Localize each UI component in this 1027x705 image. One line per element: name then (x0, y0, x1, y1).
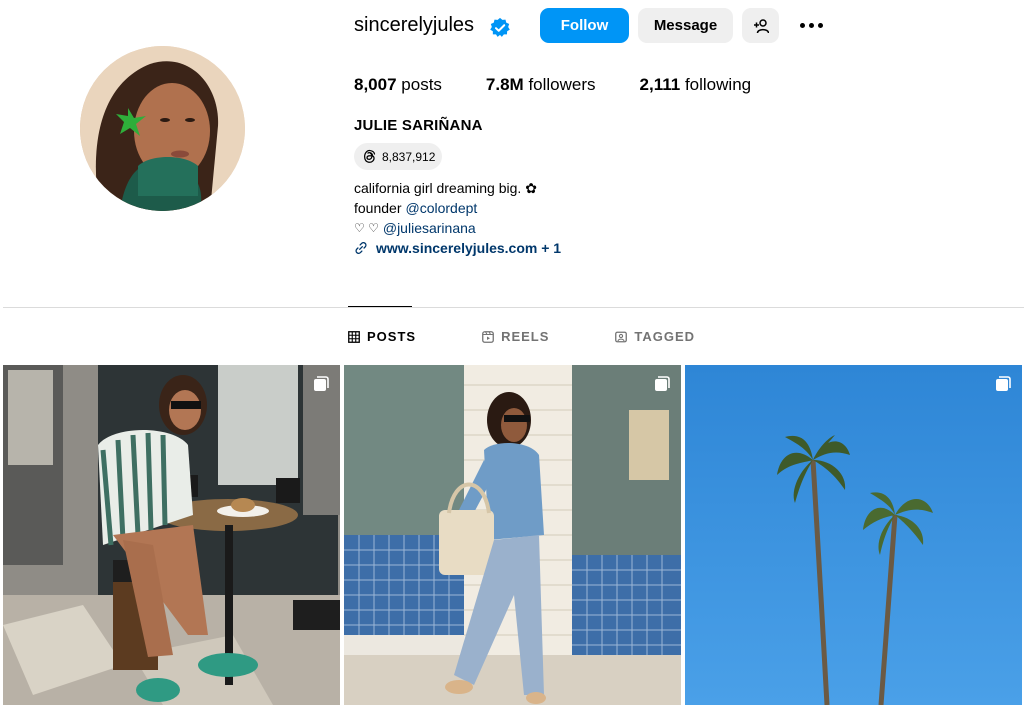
tagged-icon (615, 331, 628, 342)
profile-username: sincerelyjules (354, 14, 475, 36)
bio-hearts-text: ♡ ♡ (354, 221, 379, 235)
avatar-image (80, 46, 245, 211)
add-person-icon (753, 18, 769, 33)
profile-stats: 8,007 posts 7.8M followers 2,111 followi… (354, 75, 795, 95)
follow-button[interactable]: Follow (540, 8, 629, 43)
tab-posts-label: POSTS (367, 329, 417, 344)
posts-count: 8,007 posts (354, 75, 442, 95)
grid-icon (348, 330, 360, 343)
active-tab-indicator (348, 306, 412, 307)
juliesarinana-mention-link[interactable]: @juliesarinana (383, 218, 476, 238)
bio-line-1: california girl dreaming big. ✿ (354, 180, 537, 196)
tabs-divider (3, 307, 1024, 308)
post-image-street (344, 365, 681, 705)
post-image-cafe (3, 365, 340, 705)
bio-website-row[interactable]: www.sincerelyjules.com + 1 (354, 238, 561, 258)
verified-badge-icon (490, 17, 510, 37)
posts-grid (3, 365, 1022, 705)
carousel-icon (314, 376, 329, 391)
following-count-value: 2,111 (639, 75, 681, 94)
profile-full-name: JULIE SARIÑANA (354, 117, 483, 134)
more-options-icon[interactable] (797, 14, 825, 36)
threads-count: 8,837,912 (382, 149, 436, 164)
tab-reels[interactable]: REELS (482, 329, 549, 344)
following-count-label: following (684, 75, 752, 94)
threads-badge[interactable]: 8,837,912 (354, 143, 443, 170)
bio-line-3: ♡ ♡ @juliesarinana (354, 218, 561, 238)
tab-reels-label: REELS (501, 329, 550, 344)
post-tile[interactable] (685, 365, 1022, 705)
message-button[interactable]: Message (638, 8, 733, 43)
post-image-palm-trees (685, 365, 1022, 705)
threads-icon (364, 149, 376, 163)
link-icon (355, 242, 367, 254)
followers-count[interactable]: 7.8M followers (486, 75, 596, 95)
profile-tabs: POSTS REELS TAGGED (348, 329, 695, 344)
carousel-icon (655, 376, 670, 391)
tab-tagged-label: TAGGED (634, 329, 696, 344)
website-link[interactable]: www.sincerelyjules.com + 1 (376, 238, 561, 258)
post-tile[interactable] (3, 365, 340, 705)
bio-founder-text: founder (354, 200, 402, 216)
following-count[interactable]: 2,111 following (640, 75, 752, 95)
posts-count-value: 8,007 (354, 75, 397, 94)
profile-bio: california girl dreaming big. ✿ founder … (354, 178, 561, 258)
carousel-icon (996, 376, 1011, 391)
post-tile[interactable] (344, 365, 681, 705)
followers-count-value: 7.8M (485, 75, 524, 94)
followers-count-label: followers (528, 75, 596, 94)
reels-icon (482, 330, 494, 343)
tab-posts[interactable]: POSTS (348, 329, 416, 344)
bio-line-2: founder @colordept (354, 198, 561, 218)
colordept-mention-link[interactable]: @colordept (405, 198, 477, 218)
tab-tagged[interactable]: TAGGED (615, 329, 695, 344)
profile-avatar[interactable] (80, 46, 245, 211)
posts-count-label: posts (401, 75, 442, 94)
suggest-user-button[interactable] (742, 8, 779, 43)
